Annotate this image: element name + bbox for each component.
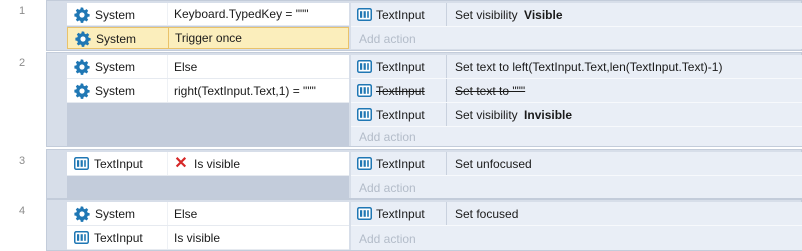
condition-text: Trigger once (168, 27, 350, 49)
event-block[interactable]: TextInput ✕ Is visible TextInput Set unf… (46, 149, 802, 199)
conditions-area[interactable]: System Else System right(TextInput.Text,… (67, 55, 349, 146)
condition-text-wrap: ✕ Is visible (167, 152, 349, 175)
action-object: TextInput (351, 79, 447, 102)
action-text: Set unfocused (455, 156, 532, 171)
condition-object-label: TextInput (94, 230, 143, 245)
condition-object: TextInput (74, 229, 143, 246)
gear-icon (75, 31, 91, 47)
condition-object: TextInput (74, 155, 143, 172)
action-object: TextInput (351, 152, 447, 175)
add-action-link[interactable]: Add action (351, 177, 416, 198)
condition-text: Is visible (167, 226, 349, 249)
gear-icon (74, 83, 90, 99)
text-input-icon (74, 231, 89, 244)
event-number: 4 (18, 205, 26, 217)
event-number: 1 (18, 5, 26, 17)
action-row-disabled[interactable]: TextInput Set text to """ (351, 79, 802, 103)
actions-area[interactable]: TextInput Set text to left(TextInput.Tex… (351, 55, 802, 146)
condition-row[interactable]: TextInput Is visible (67, 226, 349, 250)
gear-icon (74, 7, 90, 23)
condition-object: System (74, 58, 135, 75)
text-input-icon (74, 157, 89, 170)
action-object-label: TextInput (376, 83, 425, 98)
action-row[interactable]: TextInput Set focused (351, 202, 802, 226)
conditions-area[interactable]: System Keyboard.TypedKey = """ System Tr… (67, 3, 349, 49)
action-row[interactable]: TextInput Set text to left(TextInput.Tex… (351, 55, 802, 79)
action-text: Set text to left(TextInput.Text,len(Text… (455, 59, 723, 74)
conditions-area[interactable]: TextInput ✕ Is visible (67, 152, 349, 198)
action-text-prefix: Set visibility (455, 7, 522, 22)
add-action-link[interactable]: Add action (351, 128, 416, 146)
event-block[interactable]: System Else System right(TextInput.Text,… (46, 52, 802, 147)
condition-object-label: TextInput (94, 156, 143, 171)
condition-object-label: System (95, 83, 136, 98)
action-text-value: Visible (524, 7, 563, 22)
add-action-link[interactable]: Add action (351, 28, 416, 49)
condition-row[interactable]: System Else (67, 202, 349, 226)
condition-row[interactable]: System right(TextInput.Text,1) = """ (67, 79, 349, 103)
action-text: Set text to """ (455, 83, 526, 98)
gear-icon (74, 206, 90, 222)
condition-object-label: System (96, 31, 137, 46)
event-number: 3 (18, 155, 26, 167)
actions-area[interactable]: TextInput Set unfocused Add action (351, 152, 802, 198)
condition-text: right(TextInput.Text,1) = """ (167, 79, 349, 102)
action-object-label: TextInput (376, 107, 425, 122)
action-object: TextInput (351, 55, 447, 78)
text-input-icon (357, 8, 372, 21)
action-object-label: TextInput (376, 206, 425, 221)
condition-object: System (74, 6, 135, 23)
conditions-area[interactable]: System Else TextInput Is visible (67, 202, 349, 250)
add-action-link[interactable]: Add action (351, 227, 416, 250)
action-object: TextInput (351, 202, 447, 225)
condition-row[interactable]: System Keyboard.TypedKey = """ (67, 3, 349, 26)
condition-text: Else (167, 55, 349, 78)
actions-area[interactable]: TextInput Set focused Add action (351, 202, 802, 250)
action-object: TextInput (351, 103, 447, 126)
text-input-icon (357, 60, 372, 73)
event-block[interactable]: System Else TextInput Is visible TextInp… (46, 199, 802, 251)
gear-icon (74, 59, 90, 75)
action-row[interactable]: TextInput Set unfocused (351, 152, 802, 176)
condition-object-label: System (95, 7, 136, 22)
action-row[interactable]: TextInput Set visibility Invisible (351, 103, 802, 127)
action-text: Set visibility Invisible (447, 103, 572, 126)
action-object-label: TextInput (376, 59, 425, 74)
action-text-prefix: Set visibility (455, 107, 522, 122)
condition-object-label: System (95, 59, 136, 74)
action-text-value: Invisible (524, 107, 573, 122)
event-number: 2 (18, 57, 26, 69)
action-row[interactable]: TextInput Set visibility Visible (351, 3, 802, 27)
action-object-label: TextInput (376, 156, 425, 171)
text-input-icon (357, 84, 372, 97)
text-input-icon (357, 157, 372, 170)
action-text: Set focused (455, 206, 519, 221)
action-object-label: TextInput (376, 7, 425, 22)
condition-text: Else (167, 202, 349, 225)
action-text: Set visibility Visible (447, 3, 563, 26)
condition-row-selected[interactable]: System Trigger once (67, 27, 349, 49)
actions-area[interactable]: TextInput Set visibility Visible Add act… (351, 3, 802, 49)
condition-row[interactable]: TextInput ✕ Is visible (67, 152, 349, 176)
condition-object: System (74, 205, 135, 222)
condition-text: Is visible (194, 156, 241, 171)
condition-text: Keyboard.TypedKey = """ (167, 3, 349, 25)
condition-row[interactable]: System Else (67, 55, 349, 79)
text-input-icon (357, 207, 372, 220)
condition-object: System (75, 30, 136, 47)
condition-object: System (74, 82, 135, 99)
text-input-icon (357, 108, 372, 121)
condition-object-label: System (95, 206, 136, 221)
action-object: TextInput (351, 3, 447, 26)
x-icon: ✕ (174, 154, 188, 172)
event-block[interactable]: System Keyboard.TypedKey = """ System Tr… (46, 0, 802, 51)
